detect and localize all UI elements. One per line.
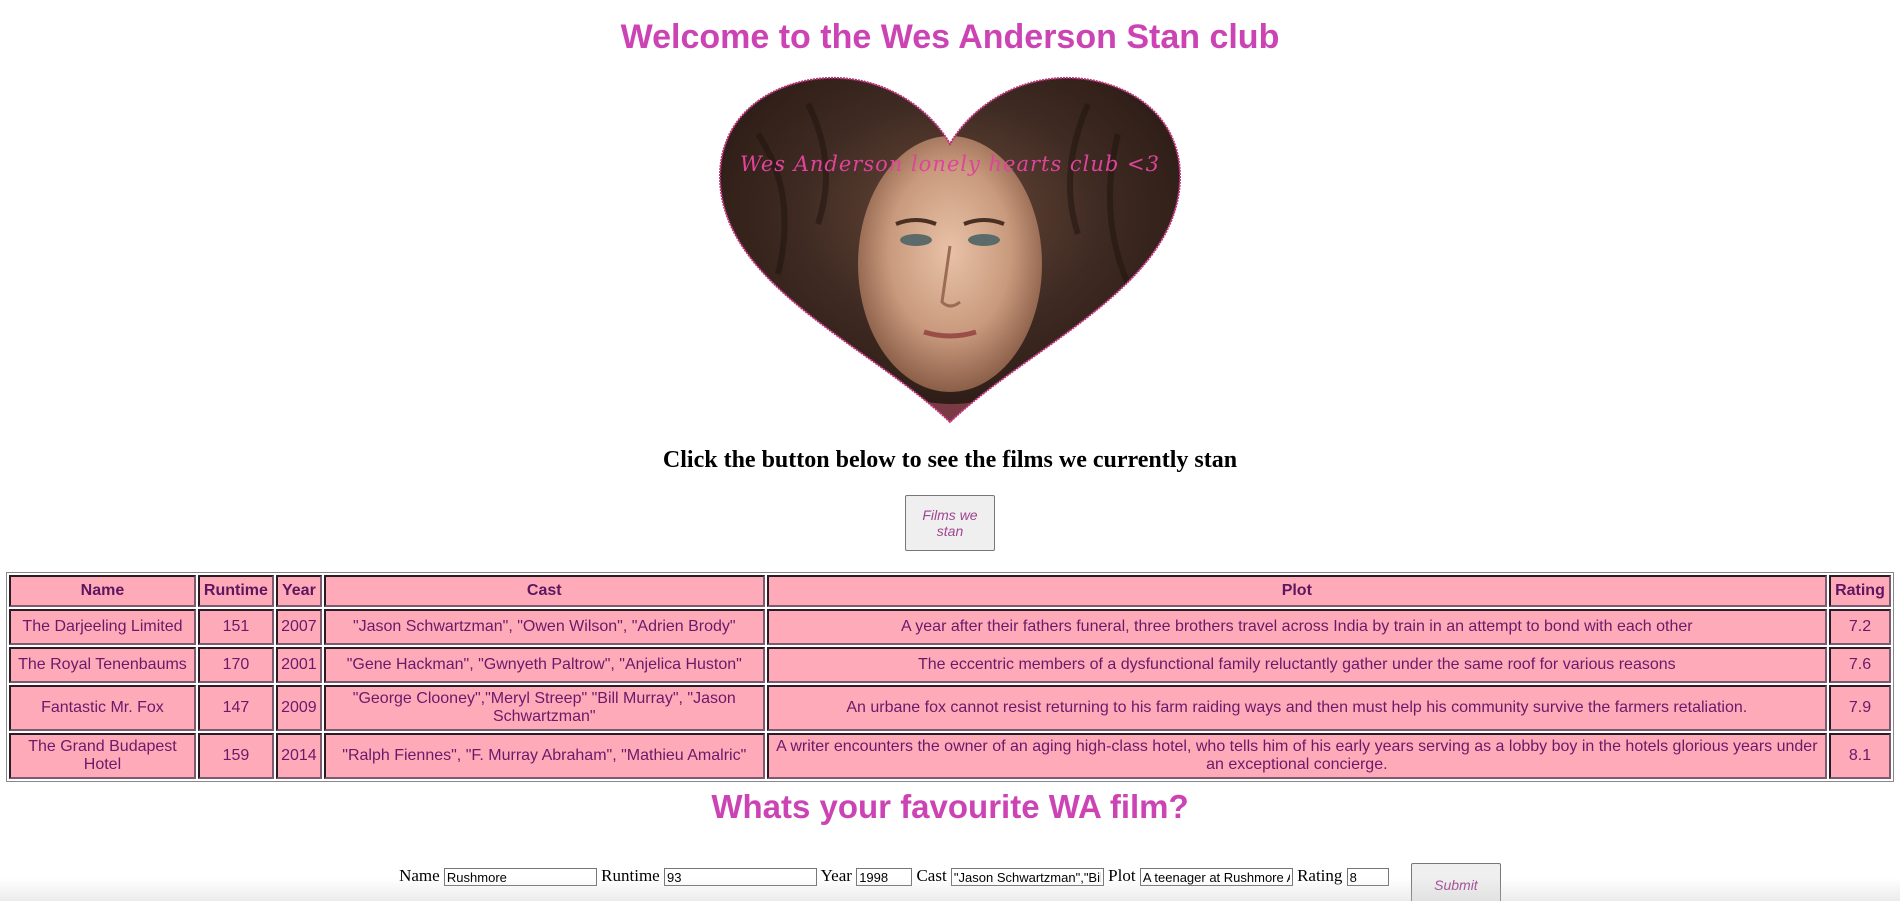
cell-rating: 7.6 [1828, 647, 1891, 683]
runtime-label: Runtime [601, 866, 660, 885]
column-header-runtime: Runtime [197, 575, 274, 607]
cast-label: Cast [916, 866, 947, 885]
cell-year: 2009 [275, 685, 322, 731]
hero-heart-image: Wes Anderson lonely hearts club <3 [718, 74, 1182, 426]
table-row: The Darjeeling Limited 151 2007 "Jason S… [9, 609, 1891, 645]
cell-rating: 7.2 [1828, 609, 1891, 645]
cell-name: The Darjeeling Limited [9, 609, 196, 645]
page: Welcome to the Wes Anderson Stan club We… [0, 0, 1900, 901]
heart-caption: Wes Anderson lonely hearts club <3 [739, 152, 1161, 176]
submit-button[interactable]: Submit [1410, 863, 1501, 901]
column-header-name: Name [9, 575, 196, 607]
rating-label: Rating [1297, 866, 1343, 885]
plot-input[interactable] [1139, 868, 1293, 887]
cell-runtime: 151 [197, 609, 274, 645]
cell-runtime: 170 [197, 647, 274, 683]
cell-rating: 8.1 [1828, 733, 1891, 779]
name-label: Name [399, 866, 440, 885]
name-input[interactable] [443, 868, 597, 887]
films-table: Name Runtime Year Cast Plot Rating The D… [6, 572, 1894, 782]
cell-rating: 7.9 [1828, 685, 1891, 731]
cell-year: 2001 [275, 647, 322, 683]
table-row: The Grand Budapest Hotel 159 2014 "Ralph… [9, 733, 1891, 779]
plot-label: Plot [1108, 866, 1136, 885]
column-header-rating: Rating [1828, 575, 1891, 607]
films-we-stan-button[interactable]: Films we stan [905, 495, 995, 551]
cell-year: 2007 [275, 609, 322, 645]
table-row: The Royal Tenenbaums 170 2001 "Gene Hack… [9, 647, 1891, 683]
heart-portrait [718, 76, 1182, 424]
cell-name: Fantastic Mr. Fox [9, 685, 196, 731]
table-header-row: Name Runtime Year Cast Plot Rating [9, 575, 1891, 607]
cell-runtime: 159 [197, 733, 274, 779]
cell-year: 2014 [275, 733, 322, 779]
cell-plot: A writer encounters the owner of an agin… [766, 733, 1827, 779]
cell-plot: The eccentric members of a dysfunctional… [766, 647, 1827, 683]
runtime-input[interactable] [663, 868, 817, 887]
cell-name: The Royal Tenenbaums [9, 647, 196, 683]
cell-plot: An urbane fox cannot resist returning to… [766, 685, 1827, 731]
cell-cast: "Jason Schwartzman", "Owen Wilson", "Adr… [323, 609, 765, 645]
cell-plot: A year after their fathers funeral, thre… [766, 609, 1827, 645]
cell-cast: "George Clooney","Meryl Streep" "Bill Mu… [323, 685, 765, 731]
page-title: Welcome to the Wes Anderson Stan club [620, 18, 1280, 56]
cell-name: The Grand Budapest Hotel [9, 733, 196, 779]
cell-cast: "Gene Hackman", "Gwnyeth Paltrow", "Anje… [323, 647, 765, 683]
favourite-film-form: Name Runtime Year Cast Plot Rating Submi… [0, 863, 1900, 901]
cast-input[interactable] [950, 868, 1104, 887]
year-input[interactable] [856, 868, 913, 887]
films-prompt: Click the button below to see the films … [662, 447, 1238, 473]
year-label: Year [820, 866, 852, 885]
favourite-heading: Whats your favourite WA film? [711, 788, 1189, 825]
column-header-cast: Cast [323, 575, 765, 607]
column-header-year: Year [275, 575, 322, 607]
table-row: Fantastic Mr. Fox 147 2009 "George Cloon… [9, 685, 1891, 731]
column-header-plot: Plot [766, 575, 1827, 607]
cell-runtime: 147 [197, 685, 274, 731]
cell-cast: "Ralph Fiennes", "F. Murray Abraham", "M… [323, 733, 765, 779]
rating-input[interactable] [1346, 868, 1389, 887]
